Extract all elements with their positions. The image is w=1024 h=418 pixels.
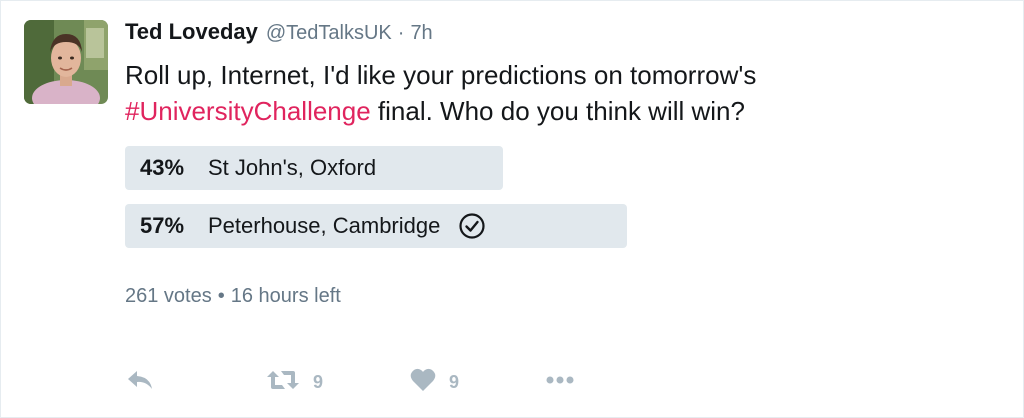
poll-meta: 261 votes • 16 hours left	[125, 285, 341, 308]
reply-icon	[125, 367, 155, 398]
poll-option-2: 57% Peterhouse, Cambridge	[125, 204, 645, 248]
poll-content-2: 57% Peterhouse, Cambridge	[140, 204, 486, 248]
reply-button[interactable]	[125, 365, 155, 399]
poll-votes: 261 votes	[125, 285, 212, 307]
tweet-text: Roll up, Internet, I'd like your predict…	[125, 57, 985, 129]
tweet-timestamp[interactable]: 7h	[410, 22, 432, 45]
retweet-icon	[265, 367, 301, 398]
like-button[interactable]: 9	[409, 365, 459, 399]
header-separator: ·	[397, 22, 405, 44]
hashtag-link[interactable]: #UniversityChallenge	[125, 96, 371, 126]
tweet-header: Ted Loveday @TedTalksUK · 7h	[125, 19, 433, 49]
poll-option-label: St John's, Oxford	[208, 155, 377, 180]
check-circle-icon	[458, 212, 486, 240]
poll-option-label: Peterhouse, Cambridge	[208, 213, 441, 238]
poll-option-1: 43% St John's, Oxford	[125, 146, 645, 190]
tweet-text-after: final. Who do you think will win?	[370, 96, 745, 126]
like-count: 9	[449, 371, 460, 392]
more-button[interactable]	[543, 365, 577, 399]
poll-percent: 43%	[140, 155, 185, 180]
retweet-count: 9	[313, 371, 324, 392]
tweet-text-before: Roll up, Internet, I'd like your predict…	[125, 60, 757, 90]
tweet-card: Ted Loveday @TedTalksUK · 7h Roll up, In…	[0, 0, 1024, 418]
poll-content-1: 43% St John's, Oxford	[140, 146, 376, 190]
heart-icon	[409, 367, 437, 398]
retweet-button[interactable]: 9	[265, 365, 323, 399]
more-icon	[543, 367, 577, 398]
poll-time-left: 16 hours left	[230, 285, 341, 307]
avatar-photo	[24, 20, 108, 104]
poll-meta-separator: •	[217, 285, 225, 307]
author-handle[interactable]: @TedTalksUK	[266, 22, 392, 45]
poll-percent: 57%	[140, 213, 185, 238]
tweet-actions: 9 9	[125, 365, 625, 399]
avatar[interactable]	[24, 20, 108, 104]
author-name[interactable]: Ted Loveday	[125, 19, 258, 45]
